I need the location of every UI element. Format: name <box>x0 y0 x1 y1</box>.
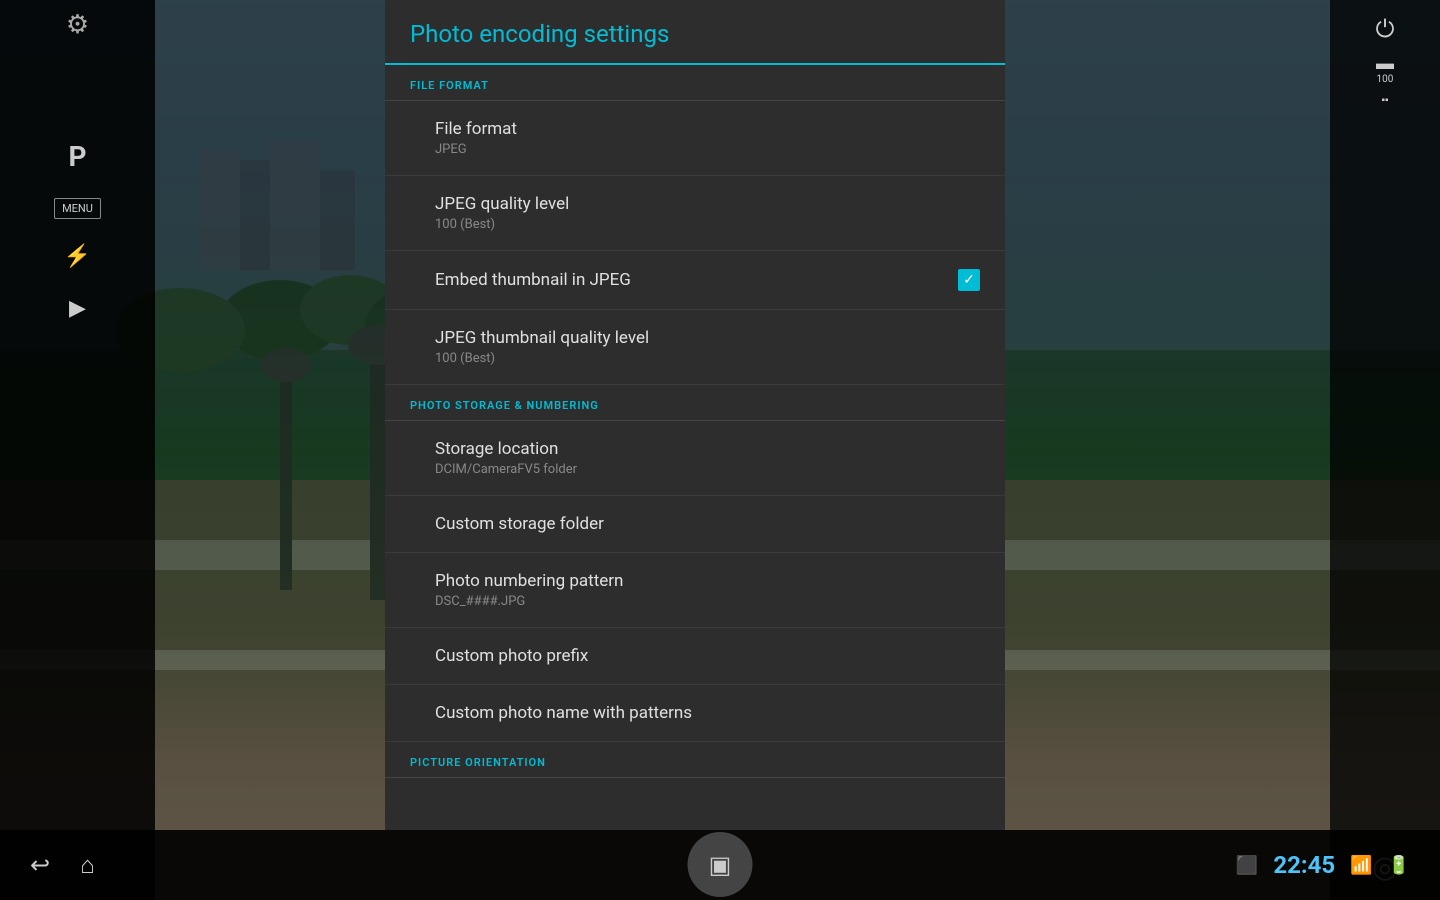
memory-card-icon: ▪▪ <box>1381 95 1388 106</box>
storage-location-value: DCIM/CameraFV5 folder <box>435 462 577 477</box>
jpeg-quality-value: 100 (Best) <box>435 217 569 232</box>
menu-button[interactable]: MENU <box>54 198 101 219</box>
jpeg-thumb-quality-label: JPEG thumbnail quality level <box>435 328 649 348</box>
custom-prefix-text: Custom photo prefix <box>435 646 588 666</box>
jpeg-thumb-quality-text: JPEG thumbnail quality level 100 (Best) <box>435 328 649 366</box>
battery-value: 100 <box>1376 74 1394 85</box>
embed-thumbnail-checkbox[interactable]: ✓ <box>958 269 980 291</box>
top-status-icons: ⏻ ▬ 100 ▪▪ <box>1376 15 1395 106</box>
recent-icon: ▣ <box>709 851 732 879</box>
custom-name-label: Custom photo name with patterns <box>435 703 692 723</box>
file-format-value: JPEG <box>435 142 517 157</box>
recent-apps-button[interactable]: ▣ <box>688 832 753 897</box>
embed-thumbnail-item[interactable]: Embed thumbnail in JPEG ✓ <box>385 251 1005 310</box>
jpeg-quality-label: JPEG quality level <box>435 194 569 214</box>
right-sidebar: ⏻ ▬ 100 ▪▪ ◎ <box>1330 0 1440 900</box>
custom-storage-item[interactable]: Custom storage folder <box>385 496 1005 553</box>
numbering-pattern-item[interactable]: Photo numbering pattern DSC_####.JPG <box>385 553 1005 628</box>
home-button[interactable]: ⌂ <box>80 851 95 880</box>
battery-nav-icon: 🔋 <box>1388 855 1410 876</box>
lightning-icon[interactable]: ⚡ <box>64 244 91 269</box>
jpeg-thumb-quality-value: 100 (Best) <box>435 351 649 366</box>
custom-name-item[interactable]: Custom photo name with patterns <box>385 685 1005 742</box>
file-format-label: File format <box>435 119 517 139</box>
settings-content[interactable]: FILE FORMAT File format JPEG JPEG qualit… <box>385 65 1005 820</box>
custom-name-text: Custom photo name with patterns <box>435 703 692 723</box>
gallery-icon[interactable]: ⬛ <box>1236 855 1258 876</box>
numbering-pattern-value: DSC_####.JPG <box>435 594 623 609</box>
storage-location-item[interactable]: Storage location DCIM/CameraFV5 folder <box>385 421 1005 496</box>
settings-title: Photo encoding settings <box>410 20 980 48</box>
play-icon[interactable]: ▶ <box>69 296 86 321</box>
embed-thumbnail-label: Embed thumbnail in JPEG <box>435 270 631 290</box>
section-file-format: FILE FORMAT <box>385 65 1005 101</box>
section-picture-orientation: PICTURE ORIENTATION <box>385 742 1005 778</box>
power-icon[interactable]: ⏻ <box>1376 15 1395 43</box>
time-display: 22:45 <box>1273 851 1335 879</box>
status-display: ▬ 100 <box>1376 53 1394 85</box>
battery-icon: ▬ <box>1376 53 1394 74</box>
section-photo-storage: PHOTO STORAGE & NUMBERING <box>385 385 1005 421</box>
gear-icon[interactable]: ⚙ <box>66 10 89 40</box>
jpeg-quality-text: JPEG quality level 100 (Best) <box>435 194 569 232</box>
bottom-navigation: ↩ ⌂ ▣ ⬛ 22:45 📶 🔋 <box>0 830 1440 900</box>
wifi-icon: 📶 <box>1350 855 1372 876</box>
custom-prefix-label: Custom photo prefix <box>435 646 588 666</box>
jpeg-thumb-quality-item[interactable]: JPEG thumbnail quality level 100 (Best) <box>385 310 1005 385</box>
file-format-text: File format JPEG <box>435 119 517 157</box>
p-mode-icon[interactable]: P <box>68 140 86 173</box>
file-format-item[interactable]: File format JPEG <box>385 101 1005 176</box>
numbering-pattern-label: Photo numbering pattern <box>435 571 623 591</box>
nav-left-icons: ↩ ⌂ <box>30 851 95 880</box>
custom-storage-text: Custom storage folder <box>435 514 604 534</box>
settings-header: Photo encoding settings <box>385 0 1005 65</box>
custom-storage-label: Custom storage folder <box>435 514 604 534</box>
custom-prefix-item[interactable]: Custom photo prefix <box>385 628 1005 685</box>
embed-thumbnail-text: Embed thumbnail in JPEG <box>435 270 631 290</box>
jpeg-quality-item[interactable]: JPEG quality level 100 (Best) <box>385 176 1005 251</box>
numbering-pattern-text: Photo numbering pattern DSC_####.JPG <box>435 571 623 609</box>
left-sidebar: ⚙ P MENU ⚡ ▶ <box>0 0 155 900</box>
nav-right-area: ⬛ 22:45 📶 🔋 <box>1236 851 1410 879</box>
back-button[interactable]: ↩ <box>30 851 50 879</box>
settings-panel: Photo encoding settings FILE FORMAT File… <box>385 0 1005 830</box>
storage-location-label: Storage location <box>435 439 577 459</box>
storage-location-text: Storage location DCIM/CameraFV5 folder <box>435 439 577 477</box>
